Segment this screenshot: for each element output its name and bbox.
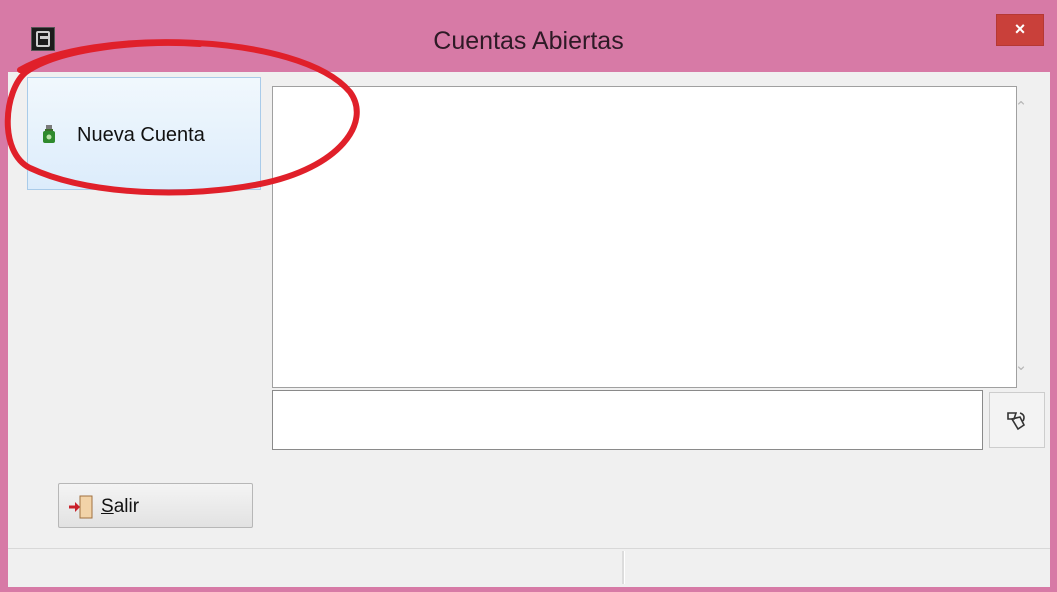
money-bag-icon: [43, 125, 55, 143]
exit-mnemonic: S: [101, 496, 114, 517]
scroll-down-arrow[interactable]: ⌄: [1010, 356, 1032, 378]
keyboard-button[interactable]: [989, 392, 1045, 448]
keyboard-input-icon: [1007, 412, 1026, 431]
new-account-button[interactable]: Nueva Cuenta: [27, 77, 261, 190]
close-button[interactable]: ×: [996, 14, 1044, 46]
new-account-label: Nueva Cuenta: [77, 124, 205, 146]
title-bar[interactable]: Cuentas Abiertas ×: [0, 0, 1057, 72]
exit-label-rest: alir: [113, 496, 140, 517]
search-input[interactable]: [272, 390, 983, 450]
status-bar: [8, 548, 1050, 587]
scroll-up-arrow[interactable]: ⌃: [1010, 98, 1032, 120]
window-title: Cuentas Abiertas: [433, 27, 624, 55]
exit-button[interactable]: Salir: [58, 483, 253, 528]
open-accounts-list[interactable]: [272, 86, 1017, 388]
status-divider: [622, 551, 625, 584]
exit-door-icon: [69, 495, 93, 519]
exit-label: Salir: [101, 496, 139, 518]
window: Cuentas Abiertas × Nueva Cuenta ⌃ ⌄ Sali…: [0, 0, 1057, 592]
